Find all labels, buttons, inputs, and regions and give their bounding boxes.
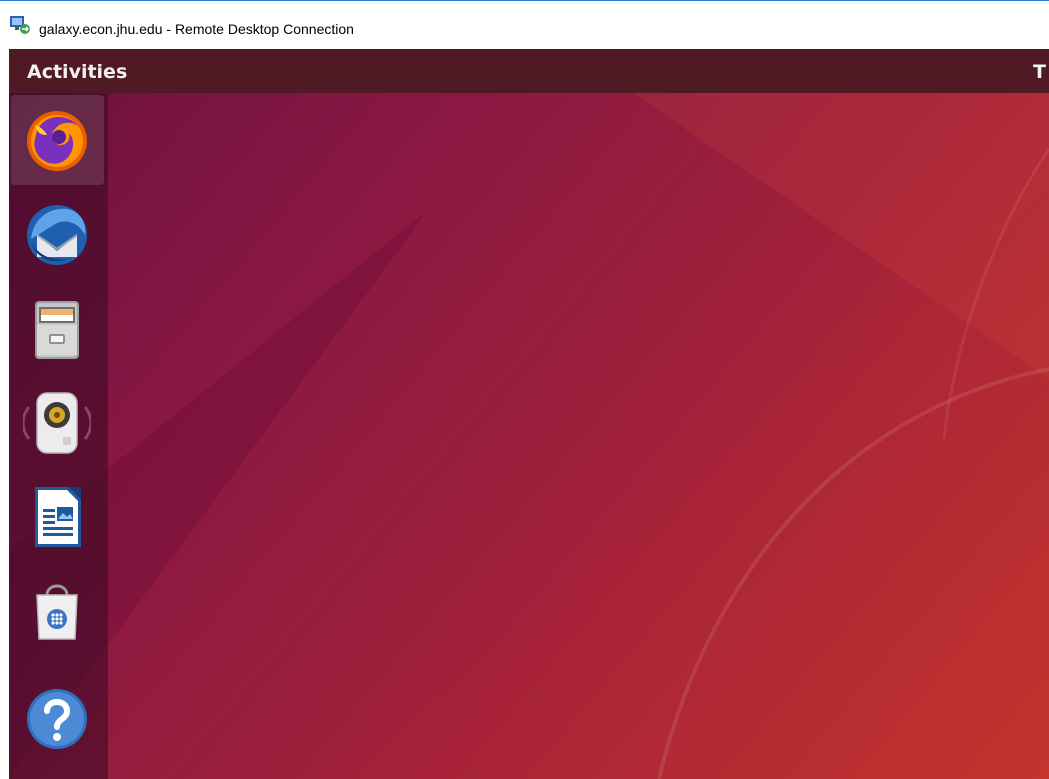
dock-item-software[interactable] <box>11 565 104 655</box>
dock-item-rhythmbox[interactable] <box>11 377 104 467</box>
clock[interactable]: T <box>1033 61 1046 83</box>
dock-item-files[interactable] <box>11 283 104 373</box>
gnome-top-bar: Activities T <box>9 49 1049 93</box>
activities-button[interactable]: Activities <box>27 61 127 83</box>
dock <box>9 93 108 779</box>
writer-document-icon <box>35 487 81 547</box>
help-icon <box>27 689 87 749</box>
remote-desktop-icon <box>9 15 31 35</box>
dock-item-firefox[interactable] <box>11 95 104 185</box>
rdp-title-bar: galaxy.econ.jhu.edu - Remote Desktop Con… <box>0 0 1049 48</box>
firefox-icon <box>27 111 87 171</box>
speaker-icon <box>23 392 91 454</box>
thunderbird-icon <box>27 205 87 265</box>
window-title: galaxy.econ.jhu.edu - Remote Desktop Con… <box>39 21 354 37</box>
dock-item-libreoffice-writer[interactable] <box>11 471 104 561</box>
dock-item-thunderbird[interactable] <box>11 189 104 279</box>
shopping-bag-icon <box>36 584 78 640</box>
dock-item-help[interactable] <box>11 673 104 763</box>
wallpaper <box>9 49 1049 779</box>
ubuntu-desktop: Activities T <box>9 49 1049 779</box>
file-cabinet-icon <box>35 301 79 359</box>
